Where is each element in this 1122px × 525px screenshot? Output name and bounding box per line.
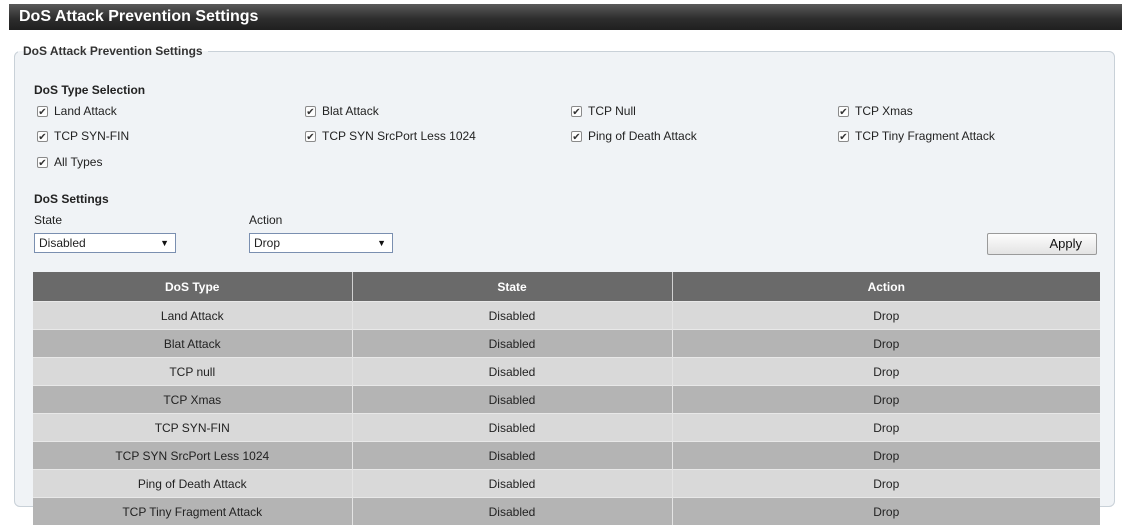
table-row: TCP SYN SrcPort Less 1024 Disabled Drop [33, 442, 1100, 470]
cell-state: Disabled [352, 498, 672, 525]
apply-button[interactable]: Apply [987, 233, 1097, 255]
dos-settings-title: DoS Settings [34, 192, 109, 206]
checkbox-check-icon: ✔ [838, 131, 849, 142]
cell-action: Drop [672, 498, 1100, 525]
checkbox-check-icon: ✔ [571, 106, 582, 117]
checkbox-check-icon: ✔ [838, 106, 849, 117]
cell-action: Drop [672, 442, 1100, 470]
cell-state: Disabled [352, 386, 672, 414]
state-select-value: Disabled [39, 234, 86, 252]
checkbox-tcp-xmas[interactable]: ✔ TCP Xmas [838, 104, 913, 118]
dos-table: DoS Type State Action Land Attack Disabl… [33, 272, 1100, 525]
checkbox-check-icon: ✔ [37, 131, 48, 142]
checkbox-label: All Types [54, 155, 102, 169]
action-select[interactable]: Drop ▼ [249, 233, 393, 253]
column-header-state: State [352, 272, 672, 302]
cell-state: Disabled [352, 470, 672, 498]
dropdown-arrow-icon: ▼ [160, 234, 175, 252]
checkbox-label: Land Attack [54, 104, 117, 118]
checkbox-tcp-tiny-fragment[interactable]: ✔ TCP Tiny Fragment Attack [838, 129, 995, 143]
cell-action: Drop [672, 386, 1100, 414]
checkbox-tcp-syn-srcport[interactable]: ✔ TCP SYN SrcPort Less 1024 [305, 129, 476, 143]
cell-state: Disabled [352, 358, 672, 386]
table-header-row: DoS Type State Action [33, 272, 1100, 302]
cell-action: Drop [672, 470, 1100, 498]
dropdown-arrow-icon: ▼ [377, 234, 392, 252]
checkbox-check-icon: ✔ [305, 106, 316, 117]
checkbox-label: TCP Null [588, 104, 636, 118]
checkbox-check-icon: ✔ [305, 131, 316, 142]
checkbox-label: TCP Xmas [855, 104, 913, 118]
dos-type-selection-title: DoS Type Selection [34, 83, 145, 97]
action-label: Action [249, 213, 282, 227]
action-select-value: Drop [254, 234, 280, 252]
cell-action: Drop [672, 358, 1100, 386]
state-label: State [34, 213, 62, 227]
checkbox-label: TCP Tiny Fragment Attack [855, 129, 995, 143]
column-header-dos-type: DoS Type [33, 272, 352, 302]
checkbox-check-icon: ✔ [37, 106, 48, 117]
state-select[interactable]: Disabled ▼ [34, 233, 176, 253]
cell-action: Drop [672, 414, 1100, 442]
cell-dos-type: Blat Attack [33, 330, 352, 358]
cell-dos-type: TCP SYN-FIN [33, 414, 352, 442]
table-row: TCP SYN-FIN Disabled Drop [33, 414, 1100, 442]
cell-dos-type: Land Attack [33, 302, 352, 330]
checkbox-tcp-null[interactable]: ✔ TCP Null [571, 104, 636, 118]
checkbox-all-types[interactable]: ✔ All Types [37, 155, 102, 169]
table-row: Land Attack Disabled Drop [33, 302, 1100, 330]
cell-dos-type: Ping of Death Attack [33, 470, 352, 498]
checkbox-tcp-syn-fin[interactable]: ✔ TCP SYN-FIN [37, 129, 129, 143]
column-header-action: Action [672, 272, 1100, 302]
page-title: DoS Attack Prevention Settings [9, 4, 1122, 30]
table-row: TCP Xmas Disabled Drop [33, 386, 1100, 414]
table-row: TCP null Disabled Drop [33, 358, 1100, 386]
table-row: Ping of Death Attack Disabled Drop [33, 470, 1100, 498]
checkbox-check-icon: ✔ [571, 131, 582, 142]
checkbox-land-attack[interactable]: ✔ Land Attack [37, 104, 117, 118]
checkbox-label: Ping of Death Attack [588, 129, 697, 143]
cell-state: Disabled [352, 330, 672, 358]
checkbox-label: TCP SYN SrcPort Less 1024 [322, 129, 476, 143]
checkbox-label: TCP SYN-FIN [54, 129, 129, 143]
table-row: TCP Tiny Fragment Attack Disabled Drop [33, 498, 1100, 525]
checkbox-check-icon: ✔ [37, 157, 48, 168]
table-row: Blat Attack Disabled Drop [33, 330, 1100, 358]
panel-legend: DoS Attack Prevention Settings [18, 44, 208, 58]
checkbox-blat-attack[interactable]: ✔ Blat Attack [305, 104, 379, 118]
cell-state: Disabled [352, 302, 672, 330]
cell-action: Drop [672, 330, 1100, 358]
checkbox-ping-of-death[interactable]: ✔ Ping of Death Attack [571, 129, 697, 143]
cell-state: Disabled [352, 414, 672, 442]
cell-action: Drop [672, 302, 1100, 330]
cell-dos-type: TCP SYN SrcPort Less 1024 [33, 442, 352, 470]
cell-dos-type: TCP null [33, 358, 352, 386]
checkbox-label: Blat Attack [322, 104, 379, 118]
cell-state: Disabled [352, 442, 672, 470]
cell-dos-type: TCP Xmas [33, 386, 352, 414]
cell-dos-type: TCP Tiny Fragment Attack [33, 498, 352, 525]
